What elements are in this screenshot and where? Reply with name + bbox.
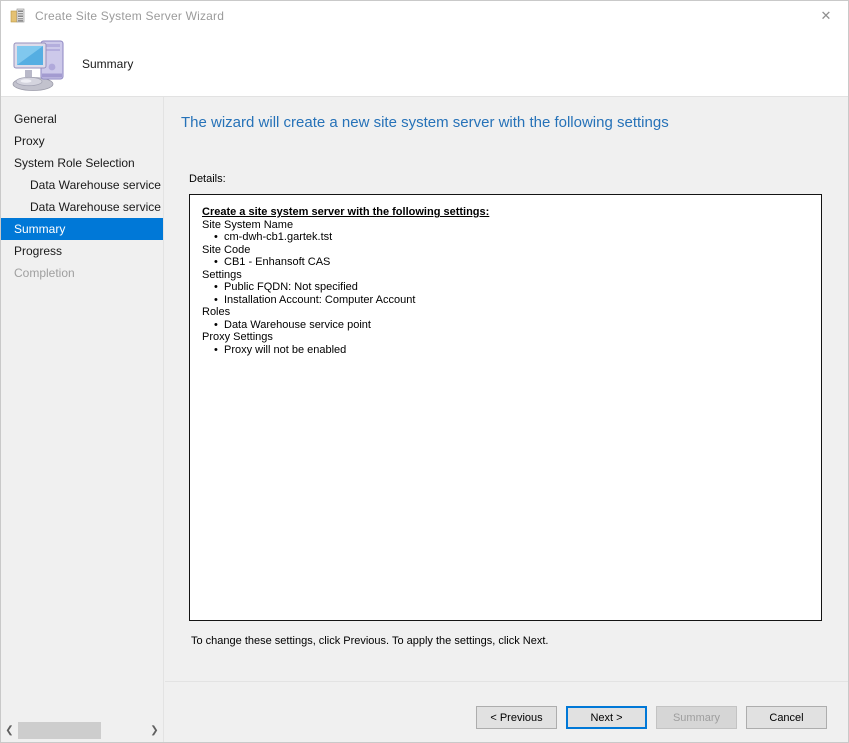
details-bullet-item: Installation Account: Computer Account: [202, 294, 807, 307]
wizard-steps: General Proxy System Role Selection Data Wa…: [1, 97, 163, 284]
details-sections: Site System Namecm-dwh-cb1.gartek.tstSit…: [202, 219, 807, 357]
close-button[interactable]: ✕: [804, 1, 848, 31]
details-section-name: Roles: [202, 306, 231, 318]
sidebar-item-summary[interactable]: Summary: [1, 218, 163, 240]
button-bar: < Previous Next > Summary Cancel: [165, 681, 848, 742]
scroll-left-arrow-icon[interactable]: ❮: [2, 722, 17, 739]
details-bullet-item: Proxy will not be enabled: [202, 344, 807, 357]
previous-button[interactable]: < Previous: [476, 706, 557, 729]
wizard-header: Summary: [1, 31, 848, 96]
sidebar-horizontal-scrollbar[interactable]: ❮ ❯: [2, 722, 162, 739]
details-bullet-item: Data Warehouse service point: [202, 319, 807, 332]
details-title: Create a site system server with the fol…: [202, 206, 490, 218]
wizard-body: General Proxy System Role Selection Data Wa…: [1, 96, 848, 742]
cancel-button[interactable]: Cancel: [746, 706, 827, 729]
window-title: Create Site System Server Wizard: [35, 9, 225, 23]
sidebar-item-general[interactable]: General: [1, 108, 163, 130]
details-summary-box: Create a site system server with the fol…: [189, 194, 822, 621]
next-button[interactable]: Next >: [566, 706, 647, 729]
scrollbar-thumb[interactable]: [18, 722, 101, 739]
close-icon: ✕: [820, 8, 832, 23]
sidebar-item-data-warehouse-service-point[interactable]: Data Warehouse service point: [1, 174, 163, 196]
navigation-hint-text: To change these settings, click Previous…: [191, 635, 549, 647]
details-section-name: Proxy Settings: [202, 331, 273, 343]
summary-button[interactable]: Summary: [656, 706, 737, 729]
details-label: Details:: [189, 173, 226, 185]
sidebar-item-system-role-selection[interactable]: System Role Selection: [1, 152, 163, 174]
computer-workstation-icon: [12, 40, 64, 91]
wizard-content: The wizard will create a new site system…: [165, 97, 848, 742]
page-heading: The wizard will create a new site system…: [181, 114, 669, 131]
details-bullet-item: CB1 - Enhansoft CAS: [202, 256, 807, 269]
sidebar-item-progress[interactable]: Progress: [1, 240, 163, 262]
details-section-name: Settings: [202, 268, 242, 281]
create-site-system-server-wizard-window: Create Site System Server Wizard ✕ Summa…: [0, 0, 849, 743]
wizard-server-icon: [10, 8, 25, 23]
details-bullet-item: cm-dwh-cb1.gartek.tst: [202, 231, 807, 244]
details-section-name: Site System Name: [202, 218, 294, 231]
details-bullet-item: Public FQDN: Not specified: [202, 281, 807, 294]
scroll-right-arrow-icon[interactable]: ❯: [147, 722, 162, 739]
sidebar-item-completion: Completion: [14, 266, 75, 280]
sidebar-item-proxy[interactable]: Proxy: [1, 130, 163, 152]
wizard-steps-sidebar: General Proxy System Role Selection Data Wa…: [1, 97, 164, 742]
sidebar-item-data-warehouse-service-point[interactable]: Data Warehouse service point: [1, 196, 163, 218]
titlebar: Create Site System Server Wizard ✕: [1, 1, 848, 31]
details-section-name: Site Code: [202, 243, 251, 256]
header-step-title: Summary: [82, 56, 134, 71]
